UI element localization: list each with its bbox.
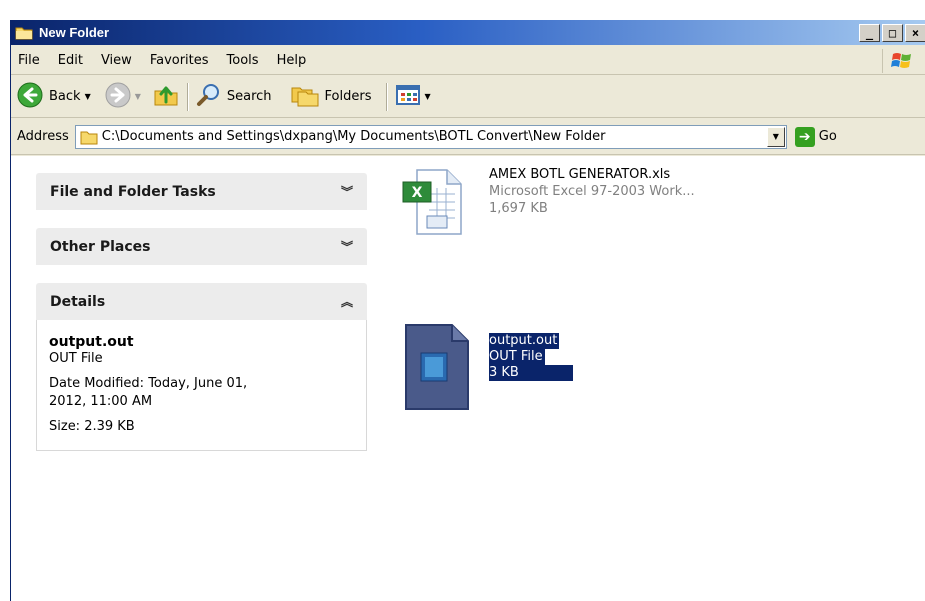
panel-title: Other Places bbox=[50, 238, 151, 255]
folders-icon bbox=[290, 82, 320, 112]
file-info: AMEX BOTL GENERATOR.xls Microsoft Excel … bbox=[489, 166, 695, 242]
views-dropdown-icon[interactable]: ▼ bbox=[425, 92, 431, 101]
menu-file[interactable]: File bbox=[18, 53, 40, 68]
expand-chevron-icon[interactable]: ︾ bbox=[341, 238, 353, 255]
panel-other-places: Other Places ︾ bbox=[36, 228, 367, 265]
address-input[interactable]: C:\Documents and Settings\dxpang\My Docu… bbox=[74, 124, 787, 149]
address-path: C:\Documents and Settings\dxpang\My Docu… bbox=[101, 129, 606, 144]
details-filename: output.out bbox=[49, 334, 134, 350]
content-area: File and Folder Tasks ︾ Other Places ︾ D… bbox=[11, 156, 925, 601]
folder-icon bbox=[80, 129, 98, 145]
excel-file-icon: X bbox=[399, 166, 471, 242]
back-button[interactable]: Back ▼ bbox=[13, 80, 95, 114]
details-filetype: OUT File bbox=[49, 351, 103, 366]
forward-arrow-icon bbox=[105, 82, 131, 112]
menu-favorites[interactable]: Favorites bbox=[150, 53, 209, 68]
up-folder-button[interactable] bbox=[149, 80, 183, 114]
address-dropdown-icon[interactable]: ▼ bbox=[766, 126, 785, 147]
file-type: OUT File bbox=[489, 349, 545, 365]
up-folder-icon bbox=[153, 82, 179, 112]
file-name: AMEX BOTL GENERATOR.xls bbox=[489, 167, 671, 182]
window-title: New Folder bbox=[39, 25, 110, 40]
go-button[interactable]: ➔ Go bbox=[794, 126, 837, 147]
menu-bar: File Edit View Favorites Tools Help bbox=[11, 47, 925, 75]
go-arrow-icon: ➔ bbox=[794, 126, 815, 147]
address-bar: Address C:\Documents and Settings\dxpang… bbox=[11, 119, 925, 155]
forward-button[interactable]: ▼ bbox=[101, 80, 145, 114]
toolbar-separator bbox=[186, 82, 188, 111]
search-button[interactable]: Search bbox=[192, 80, 276, 114]
menu-help[interactable]: Help bbox=[277, 53, 307, 68]
folder-icon bbox=[15, 26, 33, 40]
back-dropdown-icon[interactable]: ▼ bbox=[85, 92, 91, 101]
file-item[interactable]: X AMEX BOTL GENERATOR.xls Microsoft Exce… bbox=[399, 166, 695, 242]
go-label: Go bbox=[818, 129, 837, 144]
views-icon bbox=[395, 83, 421, 111]
collapse-chevron-icon[interactable]: ︽ bbox=[341, 293, 353, 310]
title-bar[interactable]: New Folder _ □ × bbox=[11, 20, 925, 45]
details-size: Size: 2.39 KB bbox=[49, 419, 135, 434]
panel-details: Details ︽ output.out OUT File Date Modif… bbox=[36, 283, 367, 451]
file-info: output.out OUT File 3 KB bbox=[489, 333, 573, 415]
file-item-selected[interactable]: output.out OUT File 3 KB bbox=[403, 323, 573, 415]
forward-dropdown-icon[interactable]: ▼ bbox=[135, 92, 141, 101]
back-arrow-icon bbox=[17, 82, 43, 112]
panel-title: File and Folder Tasks bbox=[50, 183, 216, 200]
window-controls: _ □ × bbox=[859, 24, 925, 42]
file-size: 3 KB bbox=[489, 365, 573, 381]
folders-label: Folders bbox=[324, 89, 372, 104]
menu-edit[interactable]: Edit bbox=[58, 53, 83, 68]
details-modified-cont: 2012, 11:00 AM bbox=[49, 394, 153, 409]
menu-tools[interactable]: Tools bbox=[227, 53, 259, 68]
search-label: Search bbox=[226, 89, 272, 104]
close-button[interactable]: × bbox=[905, 24, 925, 42]
file-type: Microsoft Excel 97-2003 Work... bbox=[489, 184, 695, 199]
windows-logo-icon bbox=[882, 49, 920, 73]
panel-header-file-tasks[interactable]: File and Folder Tasks ︾ bbox=[36, 173, 367, 210]
panel-file-tasks: File and Folder Tasks ︾ bbox=[36, 173, 367, 210]
panel-title: Details bbox=[50, 293, 106, 310]
explorer-window: New Folder _ □ × File Edit View Favorite… bbox=[10, 20, 925, 601]
toolbar: Back ▼ ▼ Search Folders ▼ bbox=[11, 76, 925, 118]
views-button[interactable]: ▼ bbox=[391, 80, 435, 114]
folders-button[interactable]: Folders bbox=[286, 80, 376, 114]
menu-view[interactable]: View bbox=[101, 53, 132, 68]
toolbar-separator bbox=[385, 82, 387, 111]
file-size: 1,697 KB bbox=[489, 201, 548, 216]
minimize-button[interactable]: _ bbox=[859, 24, 880, 42]
expand-chevron-icon[interactable]: ︾ bbox=[341, 183, 353, 200]
svg-text:X: X bbox=[412, 185, 423, 201]
task-pane: File and Folder Tasks ︾ Other Places ︾ D… bbox=[36, 173, 367, 469]
generic-file-icon bbox=[403, 323, 471, 415]
panel-header-other-places[interactable]: Other Places ︾ bbox=[36, 228, 367, 265]
address-label: Address bbox=[17, 129, 69, 144]
panel-header-details[interactable]: Details ︽ bbox=[36, 283, 367, 320]
maximize-button[interactable]: □ bbox=[882, 24, 903, 42]
details-body: output.out OUT File Date Modified: Today… bbox=[36, 320, 367, 451]
file-name: output.out bbox=[489, 333, 560, 349]
search-icon bbox=[196, 82, 222, 112]
details-modified: Date Modified: Today, June 01, bbox=[49, 376, 248, 391]
back-label: Back bbox=[49, 89, 81, 104]
